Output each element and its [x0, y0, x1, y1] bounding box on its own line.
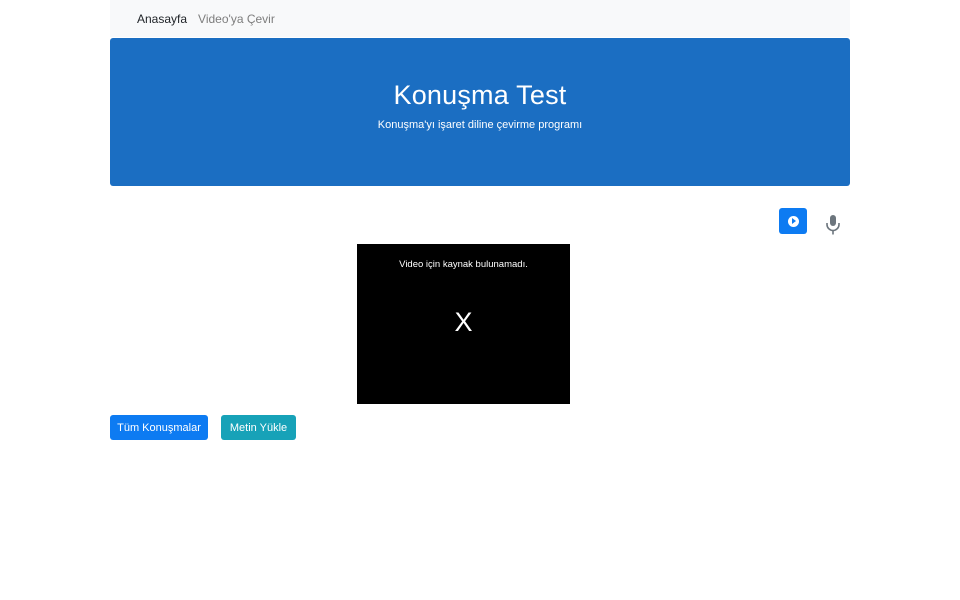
video-player[interactable]: Video için kaynak bulunamadı. X — [357, 244, 570, 404]
video-error-message: Video için kaynak bulunamadı. — [399, 259, 528, 270]
page-title: Konuşma Test — [393, 80, 567, 110]
microphone-button[interactable] — [823, 214, 843, 236]
page-subtitle: Konuşma'yı işaret diline çevirme program… — [377, 119, 583, 131]
microphone-icon — [826, 215, 840, 235]
all-conversations-button[interactable]: Tüm Konuşmalar — [110, 415, 208, 440]
header-banner: Konuşma Test Konuşma'yı işaret diline çe… — [110, 38, 850, 186]
close-icon: X — [454, 307, 473, 337]
page: Anasayfa Video'ya Çevir Konuşma Test Kon… — [0, 0, 960, 600]
play-button[interactable] — [779, 208, 807, 234]
navbar: Anasayfa Video'ya Çevir — [110, 0, 850, 37]
nav-link-convert-to-video[interactable]: Video'ya Çevir — [198, 12, 275, 26]
upload-text-button[interactable]: Metin Yükle — [221, 415, 296, 440]
play-circle-icon — [787, 215, 799, 227]
nav-link-home[interactable]: Anasayfa — [137, 12, 187, 26]
